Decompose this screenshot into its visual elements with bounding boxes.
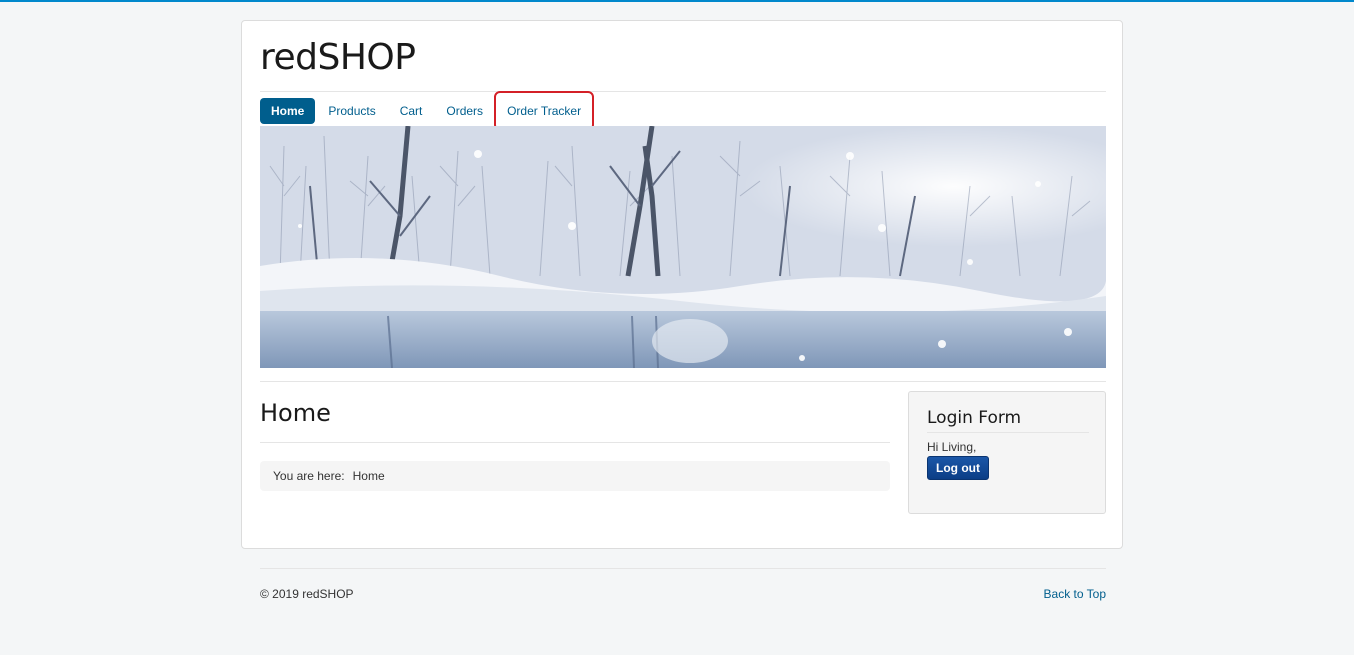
- back-to-top-link[interactable]: Back to Top: [1044, 587, 1106, 601]
- top-accent-stripe: [0, 0, 1354, 2]
- main-nav: Home Products Cart Orders Order Tracker: [260, 91, 595, 131]
- winter-landscape-banner: [260, 126, 1106, 368]
- login-form-module: Login Form Hi Living, Log out: [908, 391, 1106, 514]
- nav-item-cart[interactable]: Cart: [389, 98, 434, 124]
- site-brand[interactable]: redSHOP: [260, 37, 416, 78]
- login-title-divider: [927, 432, 1089, 433]
- footer-divider: [260, 568, 1106, 569]
- content-divider: [260, 381, 1106, 382]
- breadcrumb-prefix: You are here:: [273, 469, 345, 483]
- nav-item-products[interactable]: Products: [317, 98, 386, 124]
- breadcrumb-current: Home: [352, 469, 385, 483]
- logout-button[interactable]: Log out: [927, 456, 989, 480]
- page-title: Home: [260, 399, 331, 427]
- login-greeting: Hi Living,: [927, 440, 977, 454]
- winter-landscape-image: [260, 126, 1106, 368]
- nav-item-order-tracker[interactable]: Order Tracker: [494, 91, 595, 131]
- site-container: redSHOP Home Products Cart Orders Order …: [241, 20, 1123, 549]
- nav-item-orders[interactable]: Orders: [435, 98, 494, 124]
- title-divider: [260, 442, 890, 443]
- breadcrumb: You are here: Home: [260, 461, 890, 491]
- footer-copyright: © 2019 redSHOP: [260, 587, 354, 601]
- login-form-title: Login Form: [927, 408, 1022, 428]
- header-divider: [260, 91, 1106, 92]
- nav-item-home[interactable]: Home: [260, 98, 316, 124]
